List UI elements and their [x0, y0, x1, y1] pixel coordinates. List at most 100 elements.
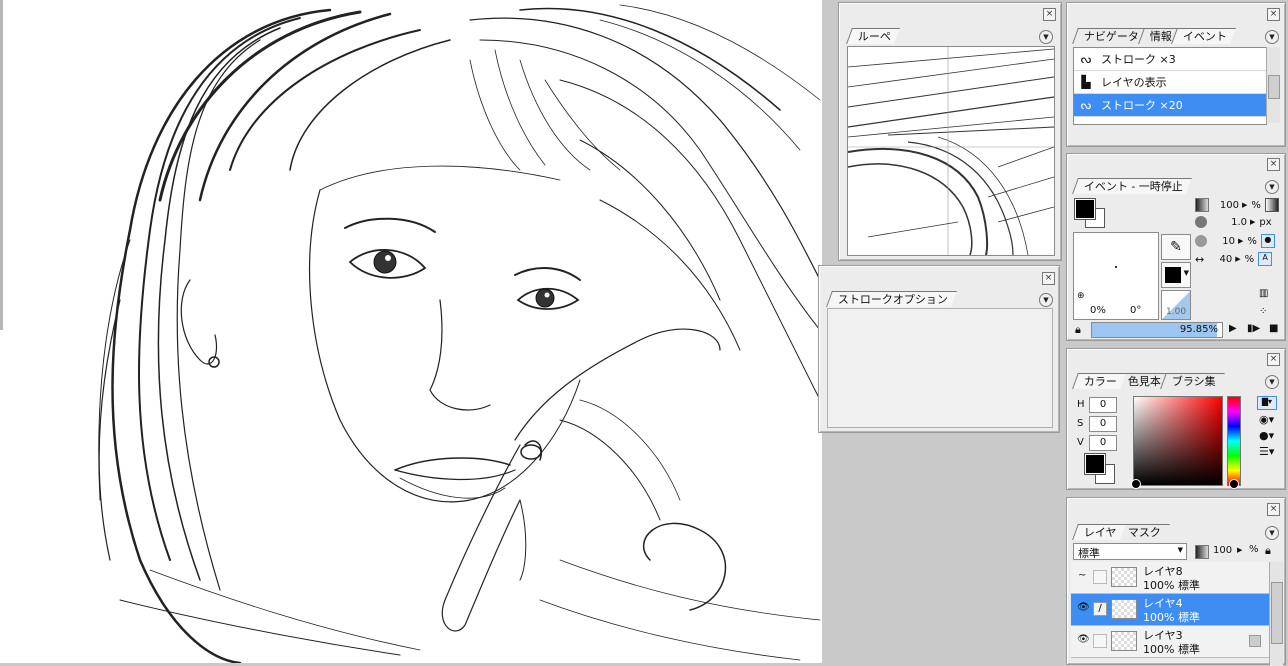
tab-stroke-options[interactable]: ストロークオプション: [826, 291, 957, 307]
pencil-icon[interactable]: /: [1093, 602, 1107, 616]
history-item-label: ストローク ×20: [1101, 99, 1183, 112]
pattern-icon[interactable]: ⁘: [1259, 306, 1267, 317]
drawing-canvas[interactable]: [0, 0, 822, 663]
saturation-field[interactable]: 0: [1089, 416, 1117, 432]
layer-panel: × レイヤ マスク ▼ 標準 ▼ 100 ▶ % 🔒︎ ~ レイヤ8 100% …: [1066, 497, 1286, 666]
panel-menu-icon[interactable]: ▼: [1265, 375, 1279, 389]
foreground-color-swatch[interactable]: [1074, 198, 1096, 220]
progress-text: 95.85%: [1179, 324, 1218, 335]
sketch-artwork: [98, 4, 821, 663]
layer-link-box[interactable]: [1093, 570, 1107, 584]
history-item[interactable]: ▙ レイヤの表示: [1074, 71, 1266, 94]
rotate-icon[interactable]: ⊕: [1077, 291, 1085, 301]
pencil-icon[interactable]: ✎: [1161, 234, 1191, 260]
hue-slider-handle[interactable]: [1229, 479, 1239, 489]
layer-row[interactable]: ~ レイヤ8 100% 標準: [1071, 562, 1269, 594]
chevron-right-icon[interactable]: ▶: [1237, 546, 1242, 554]
hue-label: H: [1077, 399, 1085, 410]
layer-mode: 100% 標準: [1143, 611, 1200, 624]
blend-mode-value: 標準: [1078, 547, 1100, 560]
history-item-selected[interactable]: ᔓ ストローク ×20: [1074, 94, 1266, 117]
layer-link-box[interactable]: [1093, 634, 1107, 648]
eye-icon[interactable]: 👁︎: [1077, 602, 1090, 613]
spacing-value[interactable]: 40: [1204, 254, 1232, 265]
layer-list: ~ レイヤ8 100% 標準 👁︎ / レイヤ4 100% 標準 👁︎ レイヤ3…: [1069, 562, 1285, 666]
spacing-unit: %: [1244, 253, 1255, 265]
tab-navigator[interactable]: ナビゲータ: [1072, 28, 1148, 44]
history-scrollbar[interactable]: [1266, 47, 1280, 123]
value-field[interactable]: 0: [1089, 435, 1117, 451]
chevron-right-icon[interactable]: ▶: [1242, 201, 1247, 209]
brush-dot: [1115, 266, 1117, 268]
tab-event[interactable]: イベント: [1171, 28, 1236, 44]
panel-menu-icon[interactable]: ▼: [1265, 180, 1279, 194]
scrollbar-thumb[interactable]: [1268, 75, 1280, 99]
close-icon[interactable]: ×: [1267, 503, 1280, 516]
size-value[interactable]: 1.0: [1207, 217, 1247, 228]
lock-icon[interactable]: 🔒︎: [1265, 544, 1271, 558]
close-icon[interactable]: ×: [1267, 158, 1280, 171]
eye-icon[interactable]: 👁︎: [1077, 634, 1090, 645]
texture-icon[interactable]: ▥: [1259, 288, 1268, 299]
blend-mode-select[interactable]: 標準 ▼: [1073, 543, 1187, 560]
tab-loupe[interactable]: ルーペ: [846, 28, 900, 44]
chevron-right-icon[interactable]: ▶: [1235, 255, 1240, 263]
layer-row-selected[interactable]: 👁︎ / レイヤ4 100% 標準: [1071, 594, 1269, 626]
size-unit: px: [1259, 216, 1272, 228]
hue-field[interactable]: 0: [1089, 397, 1117, 413]
density-mode-icon[interactable]: ●: [1260, 234, 1275, 248]
chevron-right-icon[interactable]: ▶: [1238, 237, 1243, 245]
chevron-right-icon[interactable]: ▶: [1250, 218, 1255, 226]
color-picker-handle[interactable]: [1131, 479, 1141, 489]
brush-ratio-box[interactable]: 1.00: [1161, 290, 1191, 320]
stroke-options-body: [827, 308, 1053, 428]
lock-icon[interactable]: 🔒︎: [1075, 323, 1081, 337]
history-item[interactable]: ᔓ ストローク ×3: [1074, 48, 1266, 71]
brush-color-button[interactable]: ▼: [1161, 262, 1191, 288]
close-icon[interactable]: ×: [1043, 8, 1056, 21]
layer-row[interactable]: 👁︎ レイヤ3 100% 標準: [1071, 626, 1269, 658]
hidden-eye-icon[interactable]: ~: [1078, 570, 1086, 581]
spacing-mode-icon[interactable]: A: [1258, 252, 1273, 266]
hue-slider[interactable]: [1227, 396, 1241, 489]
foreground-color-swatch[interactable]: [1084, 453, 1106, 475]
step-forward-icon[interactable]: ▮▶: [1247, 323, 1260, 334]
stroke-icon: ᔓ: [1080, 52, 1092, 66]
panel-menu-icon[interactable]: ▼: [1265, 30, 1279, 44]
density-value[interactable]: 10: [1207, 236, 1235, 247]
layer-mode: 100% 標準: [1143, 643, 1200, 656]
panel-menu-icon[interactable]: ▼: [1265, 526, 1279, 540]
stop-icon[interactable]: ■: [1269, 323, 1278, 334]
size-icon: [1195, 216, 1207, 228]
scrollbar-thumb[interactable]: [1271, 582, 1283, 644]
close-icon[interactable]: ×: [1267, 8, 1280, 21]
panel-menu-icon[interactable]: ▼: [1039, 293, 1053, 307]
loupe-tabstrip: ルーペ: [846, 28, 900, 44]
layer-scrollbar[interactable]: [1269, 562, 1283, 666]
brush-color-swatch: [1165, 267, 1181, 283]
close-icon[interactable]: ×: [1042, 272, 1055, 285]
chevron-down-icon: ▼: [1183, 269, 1189, 277]
list-icon[interactable]: ☰▾: [1259, 445, 1274, 458]
tab-brush-sets[interactable]: ブラシ集: [1160, 373, 1225, 389]
tab-color[interactable]: カラー: [1072, 373, 1126, 389]
play-icon[interactable]: ▶: [1229, 323, 1237, 334]
tab-event-pause[interactable]: イベント - 一時停止: [1072, 178, 1192, 194]
opacity-mode-icon[interactable]: [1264, 198, 1279, 212]
color-mode-icon[interactable]: ▇▾: [1257, 396, 1277, 410]
color-circle-icon[interactable]: ●▾: [1259, 429, 1274, 442]
panel-menu-icon[interactable]: ▼: [1039, 30, 1053, 44]
color-picker-square[interactable]: [1131, 396, 1223, 489]
close-icon[interactable]: ×: [1267, 353, 1280, 366]
opacity-value[interactable]: 100: [1209, 200, 1239, 211]
color-panel: × カラー 色見本 ブラシ集 ▼ H 0 S 0 V 0 ▇▾ ◉▾ ●▾ ☰▾: [1066, 348, 1286, 490]
tab-layer[interactable]: レイヤ: [1072, 524, 1126, 540]
spacing-row: ↔ 40 ▶ % A: [1195, 252, 1273, 266]
canvas-left-edge: [0, 0, 3, 330]
layer-settings-icon[interactable]: [1249, 635, 1261, 647]
event-tabstrip: イベント - 一時停止: [1072, 178, 1192, 194]
layer-opacity-value[interactable]: 100: [1213, 545, 1232, 556]
loupe-preview: [847, 46, 1055, 256]
color-wheel-icon[interactable]: ◉▾: [1259, 413, 1274, 426]
value-label: V: [1077, 437, 1084, 448]
